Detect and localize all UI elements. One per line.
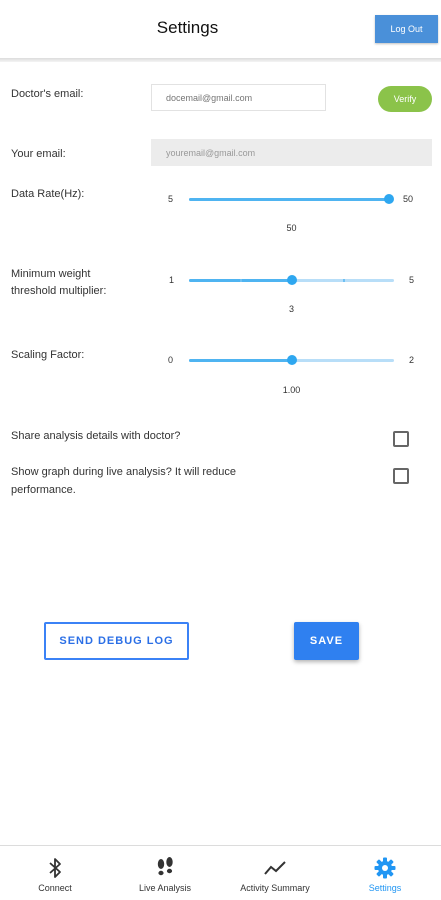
slider-tick xyxy=(342,279,345,282)
nav-live-analysis[interactable]: Live Analysis xyxy=(110,846,220,900)
scaling-factor-label: Scaling Factor: xyxy=(11,349,85,361)
app-header: Settings Log Out xyxy=(0,0,441,58)
min-weight-label-line2: threshold multiplier: xyxy=(11,285,107,297)
nav-activity-summary[interactable]: Activity Summary xyxy=(220,846,330,900)
header-divider xyxy=(0,58,441,62)
min-weight-slider[interactable] xyxy=(189,275,394,285)
data-rate-thumb[interactable] xyxy=(384,194,394,204)
bluetooth-icon xyxy=(49,858,61,878)
footprints-icon xyxy=(157,857,173,876)
nav-connect[interactable]: Connect xyxy=(0,846,110,900)
scaling-factor-slider[interactable] xyxy=(189,355,394,365)
share-details-label: Share analysis details with doctor? xyxy=(11,430,181,442)
scaling-max: 2 xyxy=(409,355,415,365)
data-rate-slider[interactable] xyxy=(189,194,394,204)
your-email-field xyxy=(151,139,432,166)
min-weight-thumb[interactable] xyxy=(286,275,297,285)
gear-icon xyxy=(374,857,396,879)
nav-settings-label: Settings xyxy=(368,883,402,893)
your-email-label: Your email: xyxy=(11,148,66,160)
nav-activity-summary-label: Activity Summary xyxy=(240,883,310,893)
data-rate-max: 50 xyxy=(403,194,414,204)
show-graph-checkbox[interactable] xyxy=(393,468,409,484)
show-graph-label-line1: Show graph during live analysis? It will… xyxy=(11,466,237,478)
logout-button[interactable]: Log Out xyxy=(375,15,438,43)
data-rate-fill xyxy=(189,198,389,201)
scaling-thumb[interactable] xyxy=(286,355,297,365)
min-weight-min: 1 xyxy=(169,275,175,285)
nav-settings[interactable]: Settings xyxy=(330,846,440,900)
nav-live-analysis-label: Live Analysis xyxy=(138,883,192,893)
page-title: Settings xyxy=(156,18,219,37)
verify-button[interactable]: Verify xyxy=(378,86,432,112)
send-debug-log-button[interactable]: SEND DEBUG LOG xyxy=(44,622,189,660)
share-details-checkbox[interactable] xyxy=(393,431,409,447)
slider-tick xyxy=(240,279,243,282)
bottom-nav: Connect Live Analysis Activity Summary S… xyxy=(0,845,441,900)
nav-connect-label: Connect xyxy=(38,883,72,893)
show-graph-label-line2: performance. xyxy=(11,484,76,496)
data-rate-min: 5 xyxy=(168,194,174,204)
doctor-email-input[interactable] xyxy=(151,84,326,111)
data-rate-label: Data Rate(Hz): xyxy=(11,188,85,200)
scaling-factor-value: 1.00 xyxy=(282,385,301,395)
scaling-fill xyxy=(189,359,292,362)
doctor-email-label: Doctor's email: xyxy=(11,88,84,100)
data-rate-value: 50 xyxy=(286,223,297,233)
min-weight-max: 5 xyxy=(409,275,415,285)
min-weight-value: 3 xyxy=(288,304,294,314)
trend-line-icon xyxy=(264,861,286,875)
save-button[interactable]: SAVE xyxy=(294,622,359,660)
min-weight-label-line1: Minimum weight xyxy=(11,268,91,280)
scaling-min: 0 xyxy=(168,355,174,365)
